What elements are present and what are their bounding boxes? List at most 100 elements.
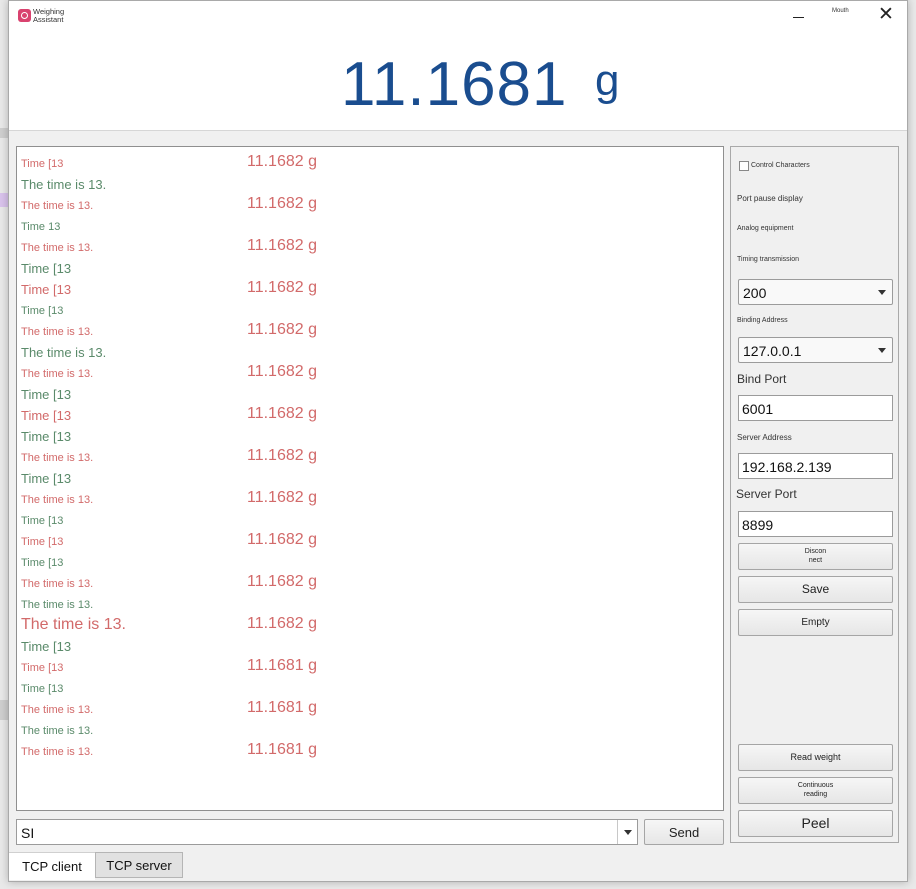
log-row: Time [13 [17, 426, 723, 447]
tab-tcp-client[interactable]: TCP client [9, 852, 95, 880]
log-time-text: Time [13 [21, 305, 64, 317]
server-address-input[interactable]: 192.168.2.139 [738, 453, 893, 479]
log-time-text: Time [13 [21, 282, 72, 297]
analog-equipment-label[interactable]: Analog equipment [737, 225, 793, 232]
log-time-text: Time [13 [21, 158, 64, 170]
log-row: Time [13 [17, 678, 723, 699]
command-combobox[interactable]: SI [16, 819, 638, 845]
binding-address-select[interactable]: 127.0.0.1 [738, 337, 893, 363]
log-time-text: The time is 13. [21, 326, 94, 338]
log-weight-text: 11.1682 g [247, 321, 317, 338]
window-title: Weighing Assistant [33, 7, 65, 24]
log-time-text: The time is 13. [21, 368, 94, 380]
log-weight-text: 11.1682 g [247, 195, 317, 212]
log-row: Time [13 11.1682 g [17, 153, 723, 174]
app-window: Weighing Assistant Mouth ✕ 11.1681 g Tim… [8, 0, 908, 882]
log-weight-text: 11.1682 g [247, 405, 317, 422]
log-time-text: The time is 13. [21, 746, 94, 758]
log-row: Time 13 [17, 216, 723, 237]
log-row: The time is 13. [17, 594, 723, 615]
chevron-down-icon [878, 290, 886, 295]
timing-select[interactable]: 200 [738, 279, 893, 305]
log-time-text: The time is 13. [21, 599, 94, 611]
log-weight-text: 11.1682 g [247, 615, 317, 632]
log-time-text: Time [13 [21, 408, 72, 423]
log-time-text: Time [13 [21, 429, 72, 444]
log-weight-text: 11.1682 g [247, 531, 317, 548]
timing-value: 200 [743, 285, 767, 301]
log-time-text: Time [13 [21, 683, 64, 695]
log-row: The time is 13. 11.1682 g [17, 489, 723, 510]
send-button[interactable]: Send [644, 819, 724, 845]
log-time-text: Time 13 [21, 221, 61, 233]
save-button[interactable]: Save [738, 576, 893, 603]
log-weight-text: 11.1682 g [247, 153, 317, 170]
log-weight-text: 11.1682 g [247, 279, 317, 296]
log-weight-text: 11.1682 g [247, 573, 317, 590]
log-time-text: Time [13 [21, 261, 72, 276]
log-row: Time [13 [17, 258, 723, 279]
log-row: The time is 13. 11.1682 g [17, 363, 723, 384]
log-weight-text: 11.1682 g [247, 237, 317, 254]
empty-button[interactable]: Empty [738, 609, 893, 636]
log-time-text: Time [13 [21, 515, 64, 527]
background-strip [0, 128, 8, 138]
minimize-button[interactable] [789, 5, 809, 25]
log-row: The time is 13. 11.1681 g [17, 699, 723, 720]
close-button[interactable]: ✕ [875, 5, 897, 27]
weight-unit: g [595, 56, 620, 105]
title-bar: Weighing Assistant Mouth ✕ [9, 1, 907, 32]
control-characters-label: Control Characters [751, 162, 810, 169]
continuous-reading-button[interactable]: Continuous reading [738, 777, 893, 804]
log-time-text: The time is 13. [21, 452, 94, 464]
server-port-input[interactable]: 8899 [738, 511, 893, 537]
chevron-down-icon [878, 348, 886, 353]
log-time-text: Time [13 [21, 662, 64, 674]
log-time-text: The time is 13. [21, 704, 94, 716]
timing-transmission-label: Timing transmission [737, 256, 799, 263]
command-input[interactable]: SI [21, 825, 34, 841]
log-row: Time [13 [17, 384, 723, 405]
log-row: The time is 13. 11.1682 g [17, 447, 723, 468]
app-logo-icon [18, 9, 31, 22]
log-weight-text: 11.1682 g [247, 489, 317, 506]
log-weight-text: 11.1681 g [247, 699, 317, 716]
server-address-label: Server Address [737, 433, 792, 442]
log-time-text: The time is 13. [21, 494, 94, 506]
log-time-text: The time is 13. [21, 725, 94, 737]
log-row: Time [13 11.1681 g [17, 657, 723, 678]
log-row: Time [13 11.1682 g [17, 531, 723, 552]
disconnect-button[interactable]: Discon nect [738, 543, 893, 570]
bind-port-input[interactable]: 6001 [738, 395, 893, 421]
log-time-text: The time is 13. [21, 345, 107, 360]
log-row: Time [13 11.1682 g [17, 405, 723, 426]
chevron-down-icon[interactable] [617, 820, 637, 844]
log-row: The time is 13. [17, 342, 723, 363]
peel-button[interactable]: Peel [738, 810, 893, 837]
server-port-label: Server Port [736, 487, 797, 501]
log-time-text: Time [13 [21, 536, 64, 548]
log-row: Time [13 [17, 552, 723, 573]
log-row: Time [13 [17, 468, 723, 489]
log-row: The time is 13. 11.1682 g [17, 573, 723, 594]
log-time-text: The time is 13. [21, 616, 126, 633]
read-weight-button[interactable]: Read weight [738, 744, 893, 771]
bind-port-label: Bind Port [737, 372, 787, 386]
log-row: Time [13 [17, 510, 723, 531]
log-time-text: Time [13 [21, 387, 72, 402]
log-time-text: Time [13 [21, 557, 64, 569]
control-characters-checkbox[interactable] [739, 161, 749, 171]
port-pause-display-label[interactable]: Port pause display [737, 194, 803, 203]
log-row: The time is 13. [17, 720, 723, 741]
log-row: Time [13 11.1682 g [17, 279, 723, 300]
log-row: The time is 13. [17, 174, 723, 195]
log-weight-text: 11.1681 g [247, 657, 317, 674]
tab-tcp-server[interactable]: TCP server [95, 852, 183, 878]
mouth-label: Mouth [832, 8, 849, 14]
weight-display: 11.1681 g [9, 32, 907, 131]
log-time-text: The time is 13. [21, 177, 107, 192]
log-output[interactable]: Time [13 11.1682 g The time is 13. The time… [16, 146, 724, 811]
log-row: The time is 13. 11.1682 g [17, 321, 723, 342]
weight-value: 11.1681 [341, 50, 568, 119]
background-strip [0, 700, 8, 720]
